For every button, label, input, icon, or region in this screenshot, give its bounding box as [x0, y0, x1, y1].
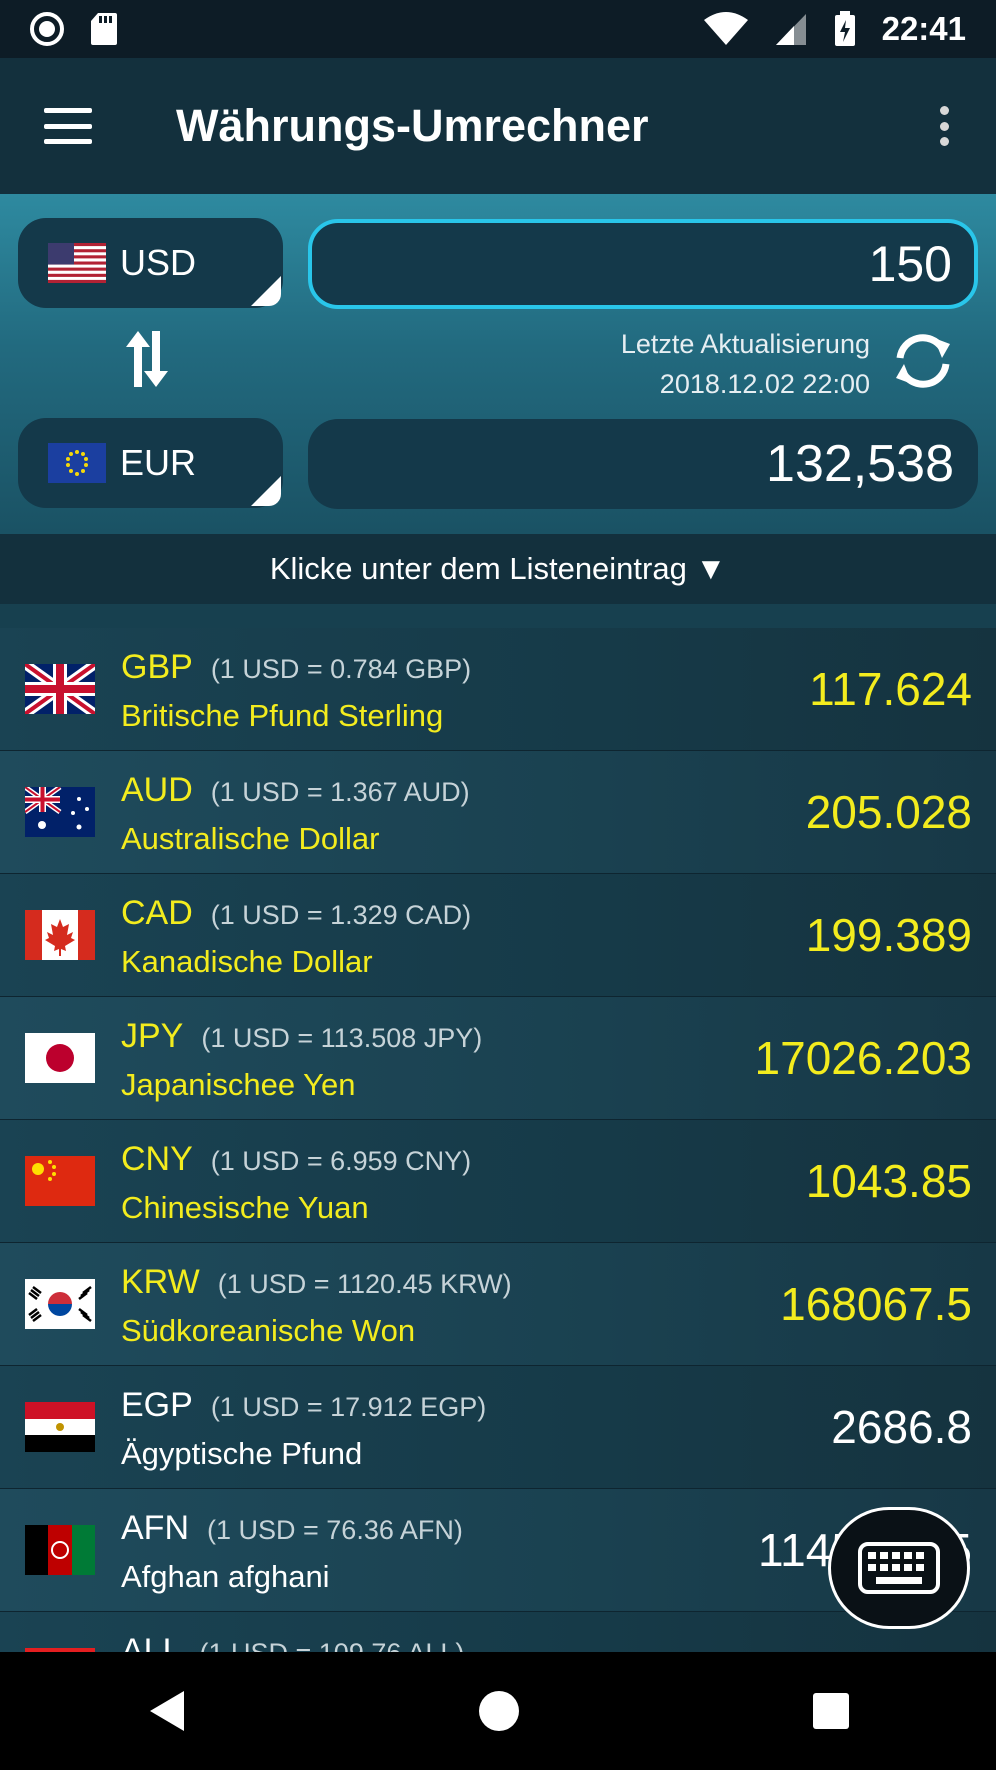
navigation-bar [0, 1652, 996, 1770]
converted-value: 168067.5 [780, 1278, 972, 1330]
amount-input[interactable] [308, 219, 978, 309]
currency-code: CAD [121, 894, 193, 932]
usa-flag-icon [48, 243, 106, 283]
sd-card-icon [91, 13, 117, 45]
eu-flag-icon [48, 443, 106, 483]
record-icon [30, 12, 64, 46]
currency-code: AUD [121, 771, 193, 809]
currency-row-jpy[interactable]: JPY (1 USD = 113.508 JPY) Japanischee Yen… [0, 997, 996, 1120]
currency-name: Australische Dollar [121, 821, 380, 856]
currency-name: Britische Pfund Sterling [121, 698, 444, 733]
currency-code: GBP [121, 648, 193, 686]
last-update-time: 2018.12.02 22:00 [659, 369, 870, 399]
wifi-icon [703, 12, 748, 45]
currency-code: AFN [121, 1509, 189, 1547]
currency-row-cny[interactable]: CNY (1 USD = 6.959 CNY) Chinesische Yuan … [0, 1120, 996, 1243]
swap-icon[interactable] [124, 327, 170, 391]
currency-row-gbp[interactable]: GBP (1 USD = 0.784 GBP) Britische Pfund S… [0, 628, 996, 751]
converted-value: 199.389 [805, 909, 972, 961]
currency-name: Ägyptische Pfund [121, 1436, 363, 1471]
currency-code: JPY [121, 1017, 184, 1055]
currency-code: EGP [121, 1386, 193, 1424]
currency-row-cad[interactable]: CAD (1 USD = 1.329 CAD) Kanadische Dollar… [0, 874, 996, 997]
signal-icon [775, 14, 806, 45]
list-hint: Klicke unter dem Listeneintrag ▼ [0, 534, 996, 604]
afghanistan-flag-icon [25, 1525, 95, 1575]
last-update-label: Letzte Aktualisierung [620, 329, 870, 359]
currency-name: Südkoreanische Won [121, 1313, 416, 1348]
exchange-rate: (1 USD = 113.508 JPY) [201, 1023, 483, 1053]
currency-code: CNY [121, 1140, 193, 1178]
result-display: 132,538 [308, 419, 978, 509]
currency-code: KRW [121, 1263, 200, 1301]
recents-icon[interactable] [812, 1692, 850, 1730]
currency-row-all[interactable]: ALL (1 USD = 109.76 ALL) [0, 1612, 996, 1652]
converted-value: 117.624 [809, 663, 972, 715]
status-bar: 22:41 [0, 0, 996, 58]
exchange-rate: (1 USD = 1.367 AUD) [210, 777, 470, 807]
korea-flag-icon [25, 1279, 95, 1329]
exchange-rate: (1 USD = 0.784 GBP) [210, 654, 472, 684]
converted-value: 1043.85 [805, 1155, 972, 1207]
app-bar: Währungs-Umrechner [0, 58, 996, 194]
uk-flag-icon [25, 664, 95, 714]
converted-value: 2686.8 [831, 1401, 972, 1453]
egypt-flag-icon [25, 1402, 95, 1452]
china-flag-icon [25, 1156, 95, 1206]
to-currency-code: EUR [120, 442, 197, 483]
exchange-rate: (1 USD = 6.959 CNY) [210, 1146, 472, 1176]
currency-name: Japanischee Yen [121, 1067, 356, 1102]
app-title: Währungs-Umrechner [176, 100, 649, 151]
to-currency-select[interactable]: EUR [18, 418, 283, 508]
exchange-rate: (1 USD = 17.912 EGP) [210, 1392, 487, 1422]
japan-flag-icon [25, 1033, 95, 1083]
keyboard-icon [858, 1542, 940, 1594]
exchange-rate: (1 USD = 109.76 ALL) [200, 1638, 465, 1652]
currency-row-egp[interactable]: EGP (1 USD = 17.912 EGP) Ägyptische Pfund… [0, 1366, 996, 1489]
currency-row-krw[interactable]: KRW (1 USD = 1120.45 KRW) Südkoreanische … [0, 1243, 996, 1366]
exchange-rate: (1 USD = 76.36 AFN) [207, 1515, 463, 1545]
more-options-icon[interactable] [940, 106, 950, 146]
back-icon[interactable] [146, 1689, 186, 1733]
refresh-icon[interactable] [892, 330, 954, 392]
currency-list: GBP (1 USD = 0.784 GBP) Britische Pfund S… [0, 628, 996, 1652]
currency-name: Chinesische Yuan [121, 1190, 369, 1225]
currency-code: ALL [121, 1632, 182, 1652]
converted-value: 17026.203 [754, 1032, 972, 1084]
exchange-rate: (1 USD = 1.329 CAD) [210, 900, 472, 930]
menu-icon[interactable] [44, 108, 92, 144]
australia-flag-icon [25, 787, 95, 837]
currency-name: Afghan afghani [121, 1559, 330, 1594]
exchange-rate: (1 USD = 1120.45 KRW) [217, 1269, 512, 1299]
keyboard-button[interactable] [828, 1507, 970, 1629]
battery-charging-icon [834, 11, 855, 46]
canada-flag-icon [25, 910, 95, 960]
from-currency-code: USD [120, 242, 197, 283]
currency-name: Kanadische Dollar [121, 944, 373, 979]
currency-row-aud[interactable]: AUD (1 USD = 1.367 AUD) Australische Doll… [0, 751, 996, 874]
last-update-info: Letzte Aktualisierung 2018.12.02 22:00 [621, 324, 870, 404]
converter-panel: USD Letzte Aktualisierung 2018.12.02 22:… [0, 194, 996, 534]
converted-value: 205.028 [805, 786, 972, 838]
from-currency-select[interactable]: USD [18, 218, 283, 308]
clock: 22:41 [881, 10, 966, 47]
home-icon[interactable] [478, 1690, 520, 1732]
